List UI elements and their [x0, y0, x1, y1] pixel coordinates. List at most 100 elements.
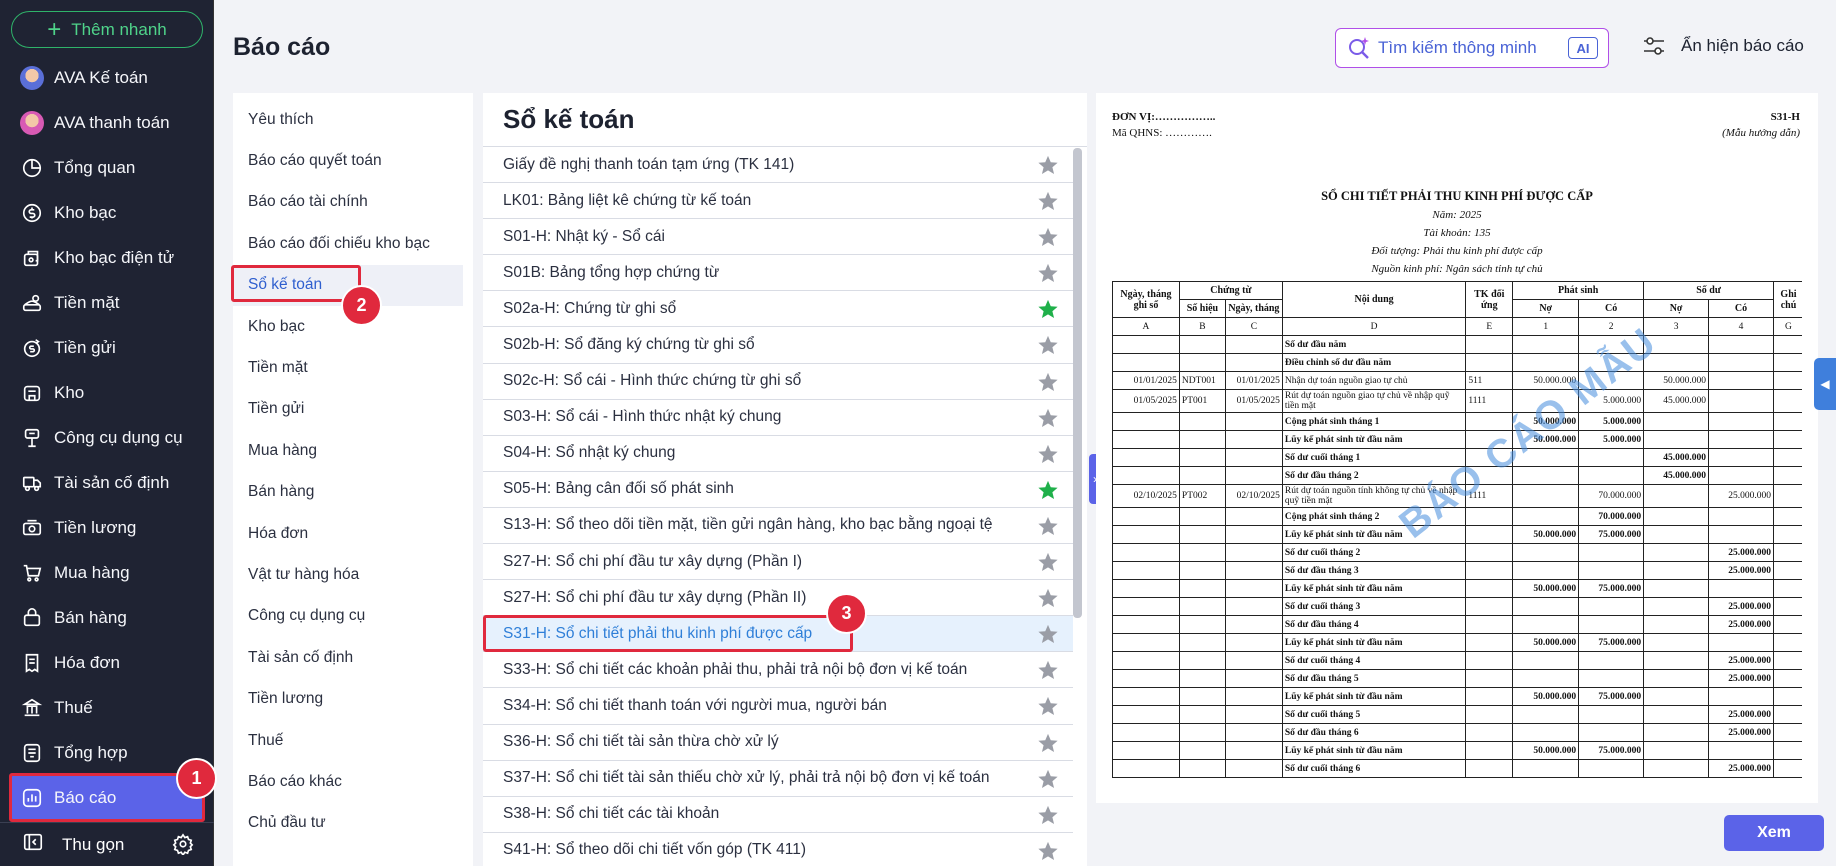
report-list-item[interactable]: S33-H: Sổ chi tiết các khoản phải thu, p… — [483, 652, 1073, 689]
category-item[interactable]: Chủ đầu tư — [233, 803, 473, 844]
search-input[interactable] — [1378, 38, 1568, 58]
sidebar-item-label: Tổng hợp — [54, 742, 128, 762]
category-item[interactable]: Tài sản cố định — [233, 637, 473, 678]
gear-icon[interactable] — [172, 833, 194, 860]
star-icon[interactable] — [1037, 154, 1059, 176]
ledger-cell — [1512, 759, 1580, 778]
star-icon[interactable] — [1037, 479, 1059, 501]
sidebar-item[interactable]: Bán hàng — [0, 595, 214, 640]
report-list-item[interactable]: S13-H: Sổ theo dõi tiền mặt, tiền gửi ng… — [483, 508, 1073, 545]
ledger-cell: 02/10/2025 — [1224, 484, 1283, 508]
star-icon[interactable] — [1037, 551, 1059, 573]
star-icon[interactable] — [1037, 840, 1059, 862]
sidebar-item[interactable]: Công cụ dụng cụ — [0, 415, 214, 460]
star-icon[interactable] — [1037, 298, 1059, 320]
category-item[interactable]: Báo cáo khác — [233, 761, 473, 802]
sidebar-item[interactable]: Kho bạc điện tử — [0, 235, 214, 280]
report-list-item[interactable]: S02b-H: Sổ đăng ký chứng từ ghi sổ — [483, 327, 1073, 364]
ledger-cell — [1178, 687, 1226, 706]
quick-add-button[interactable]: + Thêm nhanh — [11, 11, 203, 48]
report-label: S38-H: Sổ chi tiết các tài khoản — [503, 805, 720, 823]
star-icon[interactable] — [1037, 768, 1059, 790]
category-item[interactable]: Công cụ dụng cụ — [233, 596, 473, 637]
category-label: Báo cáo khác — [248, 772, 342, 790]
ledger-row: Số dư đầu tháng 4 25.000.000 — [1112, 615, 1802, 634]
category-item[interactable]: Báo cáo đối chiếu kho bạc — [233, 223, 473, 264]
ai-badge[interactable]: AI — [1568, 37, 1598, 59]
report-list-item[interactable]: S31-H: Sổ chi tiết phải thu kinh phí đượ… — [483, 615, 1073, 653]
category-item[interactable]: Tiền lương — [233, 678, 473, 719]
sidebar-item[interactable]: Tiền gửi — [0, 325, 214, 370]
star-icon[interactable] — [1037, 334, 1059, 356]
ledger-cell — [1772, 543, 1802, 562]
star-icon[interactable] — [1037, 695, 1059, 717]
report-list-item[interactable]: S05-H: Bảng cân đối số phát sinh — [483, 472, 1073, 508]
sidebar-item[interactable]: AVA Kế toán — [0, 55, 214, 100]
report-list-scrollbar[interactable] — [1073, 148, 1082, 618]
sidebar-item[interactable]: Tài sản cố định — [0, 460, 214, 505]
sidebar-item[interactable]: Mua hàng — [0, 550, 214, 595]
report-list-item[interactable]: S01B: Bảng tổng hợp chứng từ — [483, 255, 1073, 292]
sidebar-item[interactable]: Tiền mặt — [0, 280, 214, 325]
toggle-reports-button[interactable]: Ẩn hiện báo cáo — [1641, 33, 1804, 59]
view-button[interactable]: Xem — [1724, 815, 1824, 851]
star-icon[interactable] — [1037, 659, 1059, 681]
report-list-item[interactable]: S38-H: Sổ chi tiết các tài khoản — [483, 797, 1073, 833]
report-list-item[interactable]: S27-H: Sổ chi phí đầu tư xây dựng (Phần … — [483, 544, 1073, 581]
star-icon[interactable] — [1037, 732, 1059, 754]
sidebar-item[interactable]: Thuế — [0, 685, 214, 730]
category-item[interactable]: Tiền mặt — [233, 347, 473, 388]
star-icon[interactable] — [1037, 262, 1059, 284]
report-list-item[interactable]: S37-H: Sổ chi tiết tài sản thiếu chờ xử … — [483, 761, 1073, 797]
ledger-row: Số dư đầu tháng 3 25.000.000 — [1112, 561, 1802, 580]
star-icon[interactable] — [1037, 515, 1059, 537]
ledger-cell: PT002 — [1178, 484, 1226, 508]
category-item[interactable]: Bán hàng — [233, 472, 473, 513]
report-list-item[interactable]: LK01: Bảng liệt kê chứng từ kế toán — [483, 183, 1073, 220]
report-list-item[interactable]: S02c-H: Sổ cái - Hình thức chứng từ ghi … — [483, 364, 1073, 400]
category-item[interactable]: Hóa đơn — [233, 513, 473, 554]
category-list: Yêu thích Báo cáo quyết toán Báo cáo tài c… — [231, 93, 473, 844]
report-list-item[interactable]: S34-H: Sổ chi tiết thanh toán với người … — [483, 688, 1073, 725]
sidebar-item[interactable]: Tổng quan — [0, 145, 214, 190]
star-icon[interactable] — [1037, 804, 1059, 826]
ledger-cell — [1578, 335, 1645, 354]
category-item[interactable]: Tiền gửi — [233, 389, 473, 430]
star-icon[interactable] — [1037, 623, 1059, 645]
category-item[interactable]: Báo cáo quyết toán — [233, 140, 473, 181]
sidebar-item[interactable]: Hóa đơn — [0, 640, 214, 685]
category-item[interactable]: Vật tư hàng hóa — [233, 554, 473, 595]
smart-search-box[interactable]: AI — [1335, 28, 1609, 68]
collapse-icon[interactable] — [22, 831, 44, 858]
sidebar-item-reports[interactable]: Báo cáo — [9, 773, 205, 822]
collapse-label[interactable]: Thu gọn — [62, 835, 124, 855]
sidebar-item-label: Tài sản cố định — [54, 472, 170, 492]
sidebar-item[interactable]: AVA thanh toán — [0, 100, 214, 145]
report-list-item[interactable]: S36-H: Sổ chi tiết tài sản thừa chờ xử l… — [483, 725, 1073, 761]
star-icon[interactable] — [1037, 587, 1059, 609]
report-label: S01-H: Nhật ký - Sổ cái — [503, 227, 665, 245]
star-icon[interactable] — [1037, 443, 1059, 465]
side-panel-tab[interactable]: ◀ — [1814, 358, 1836, 410]
star-icon[interactable] — [1037, 190, 1059, 212]
star-icon[interactable] — [1037, 226, 1059, 248]
star-icon[interactable] — [1037, 407, 1059, 429]
report-list-item[interactable]: S01-H: Nhật ký - Sổ cái — [483, 219, 1073, 256]
report-list-item[interactable]: S02a-H: Chứng từ ghi sổ — [483, 291, 1073, 328]
category-item[interactable]: Thuế — [233, 720, 473, 761]
report-list-item[interactable]: S41-H: Sổ theo dõi chi tiết vốn góp (TK … — [483, 833, 1073, 866]
star-icon[interactable] — [1037, 371, 1059, 393]
report-list-item[interactable]: S04-H: Sổ nhật ký chung — [483, 436, 1073, 472]
category-item[interactable]: Yêu thích — [233, 99, 473, 140]
category-item[interactable]: Mua hàng — [233, 430, 473, 471]
report-list-item[interactable]: Giấy đề nghị thanh toán tạm ứng (TK 141) — [483, 147, 1073, 184]
sidebar-item[interactable]: Kho bạc — [0, 190, 214, 235]
ledger-cell — [1224, 466, 1283, 485]
category-item[interactable]: Báo cáo tài chính — [233, 182, 473, 223]
cash-icon — [20, 291, 44, 315]
sidebar-item[interactable]: Tiền lương — [0, 505, 214, 550]
sidebar-item[interactable]: Kho — [0, 370, 214, 415]
report-list-item[interactable]: S03-H: Sổ cái - Hình thức nhật ký chung — [483, 400, 1073, 436]
highlight-box — [231, 264, 361, 302]
report-list-item[interactable]: S27-H: Sổ chi phí đầu tư xây dựng (Phần … — [483, 580, 1073, 617]
